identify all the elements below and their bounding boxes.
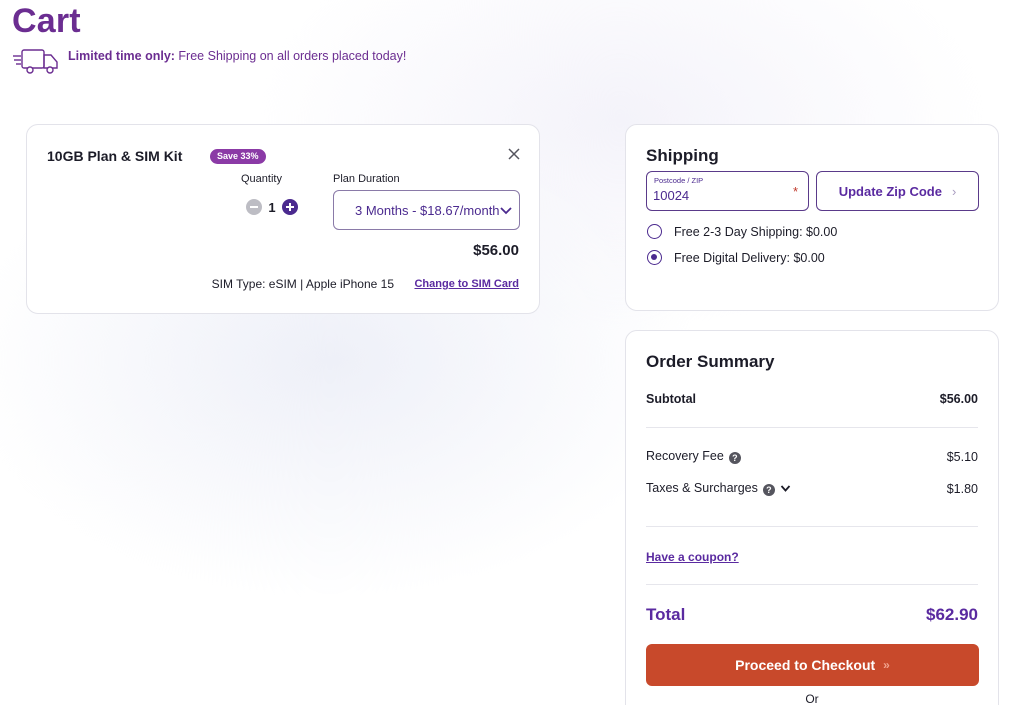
delivery-truck-icon	[13, 49, 58, 74]
quantity-stepper: 1	[246, 199, 298, 215]
quantity-label: Quantity	[241, 173, 282, 185]
promo-banner: Limited time only: Free Shipping on all …	[12, 44, 406, 76]
save-badge: Save 33%	[210, 149, 266, 164]
checkout-label: Proceed to Checkout	[735, 657, 876, 673]
or-text: Or	[805, 692, 819, 705]
required-mark: *	[792, 184, 798, 199]
taxes-label: Taxes & Surcharges	[646, 481, 758, 495]
update-zip-button[interactable]: Update Zip Code ›	[816, 171, 979, 211]
total-row: Total $62.90	[646, 605, 978, 625]
minus-icon[interactable]	[246, 199, 262, 215]
shipping-option-digital[interactable]: Free Digital Delivery: $0.00	[647, 250, 825, 265]
double-chevron-right-icon: »	[883, 658, 890, 672]
promo-text: Limited time only: Free Shipping on all …	[68, 49, 407, 63]
recovery-label: Recovery Fee	[646, 449, 724, 463]
summary-title: Order Summary	[646, 352, 775, 371]
change-sim-link[interactable]: Change to SIM Card	[414, 278, 519, 290]
shipping-title: Shipping	[646, 146, 719, 165]
zip-input[interactable]	[653, 188, 783, 203]
coupon-link[interactable]: Have a coupon?	[646, 550, 739, 564]
order-summary-card: Order Summary Subtotal $56.00 Recovery F…	[625, 330, 999, 705]
checkout-button[interactable]: Proceed to Checkout »	[646, 644, 979, 686]
item-price: $56.00	[473, 242, 519, 259]
plan-duration-select[interactable]: 3 Months - $18.67/month	[333, 190, 520, 230]
sim-type: SIM Type: eSIM | Apple iPhone 15	[211, 277, 394, 291]
taxes-row: Taxes & Surcharges? $1.80	[646, 481, 978, 496]
help-icon[interactable]: ?	[762, 484, 775, 496]
plus-icon[interactable]	[282, 199, 298, 215]
zip-label: Postcode / ZIP	[654, 176, 704, 185]
taxes-value: $1.80	[946, 481, 978, 496]
item-title: 10GB Plan & SIM Kit	[47, 148, 183, 164]
radio-standard[interactable]	[647, 224, 662, 239]
close-icon[interactable]	[506, 146, 522, 162]
recovery-fee-row: Recovery Fee? $5.10	[646, 449, 978, 464]
cart-item-card: 10GB Plan & SIM Kit Save 33% Quantity 1 …	[26, 124, 540, 314]
chevron-down-icon	[500, 207, 512, 215]
radio-digital[interactable]	[647, 250, 662, 265]
divider	[646, 427, 978, 428]
update-zip-label: Update Zip Code	[838, 183, 942, 199]
total-value: $62.90	[926, 605, 978, 624]
divider	[646, 584, 978, 585]
page-title: Cart	[12, 2, 81, 40]
subtotal-value: $56.00	[939, 392, 978, 406]
chevron-down-icon[interactable]	[780, 484, 791, 493]
plan-duration-value: 3 Months - $18.67/month	[355, 202, 500, 218]
quantity-value: 1	[268, 199, 276, 215]
help-icon[interactable]: ?	[728, 452, 741, 464]
zip-field[interactable]: Postcode / ZIP *	[646, 171, 809, 211]
shipping-option-standard[interactable]: Free 2-3 Day Shipping: $0.00	[647, 224, 837, 239]
total-label: Total	[646, 605, 686, 624]
shipping-option-label: Free 2-3 Day Shipping: $0.00	[674, 224, 838, 239]
divider	[646, 526, 978, 527]
subtotal-row: Subtotal $56.00	[646, 392, 978, 406]
chevron-right-icon: ›	[951, 183, 957, 199]
duration-label: Plan Duration	[333, 173, 400, 185]
shipping-card: Shipping Postcode / ZIP * Update Zip Cod…	[625, 124, 999, 311]
shipping-option-label: Free Digital Delivery: $0.00	[674, 250, 825, 265]
recovery-value: $5.10	[946, 449, 978, 464]
subtotal-label: Subtotal	[646, 392, 696, 406]
